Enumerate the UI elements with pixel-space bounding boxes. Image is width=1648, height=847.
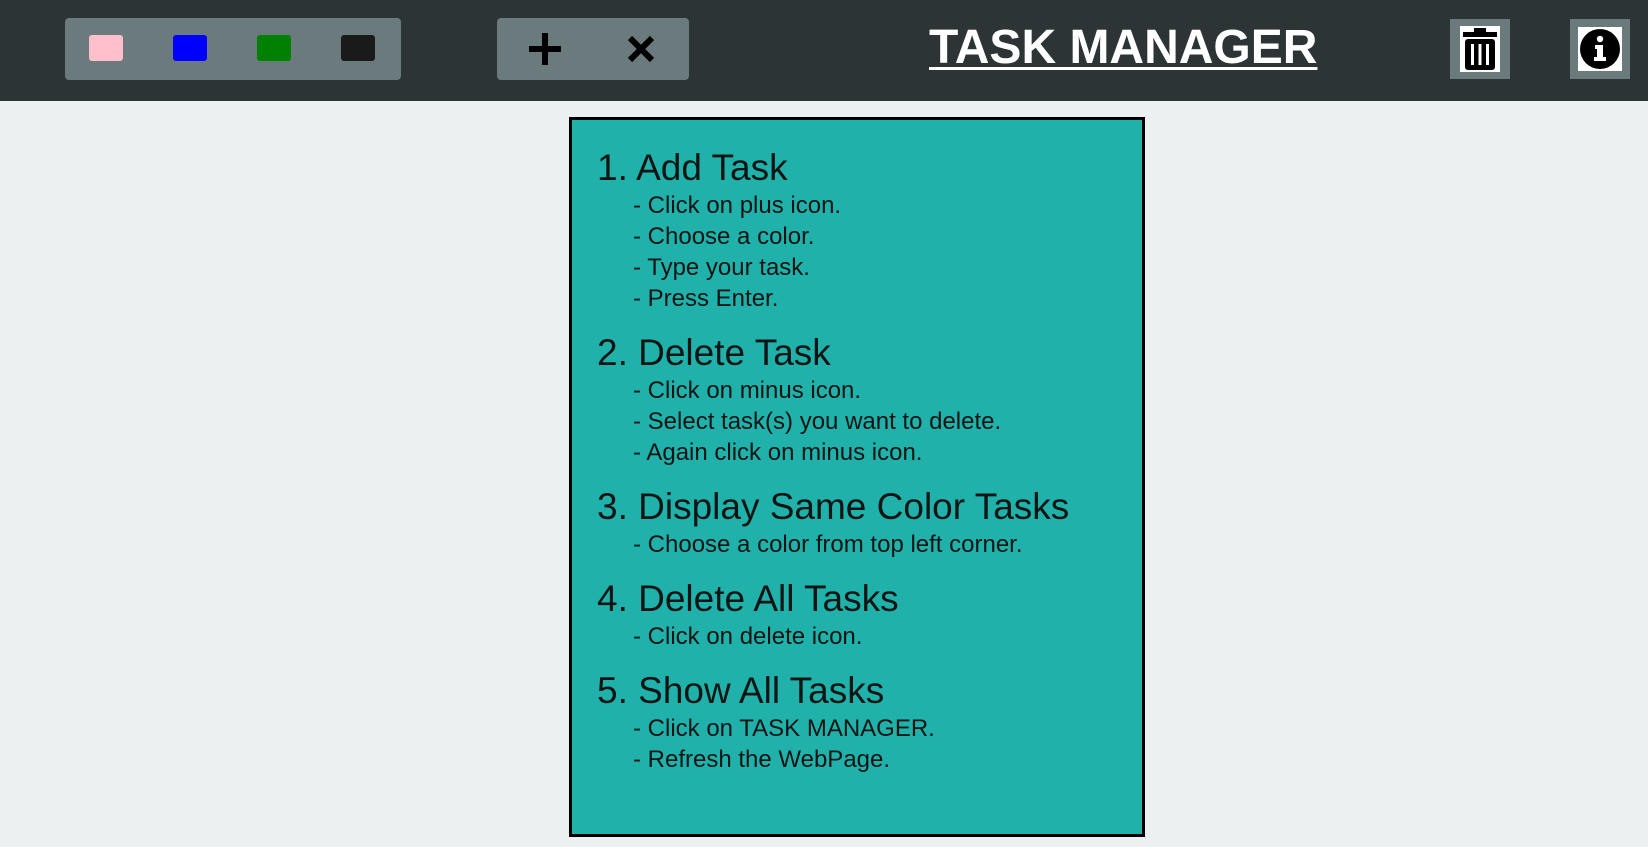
remove-task-button[interactable] xyxy=(609,26,673,72)
color-swatch-green[interactable] xyxy=(257,35,291,61)
task-actions-panel xyxy=(497,18,689,80)
instruction-step: - Again click on minus icon. xyxy=(633,439,923,466)
instruction-section: 4. Delete All Tasks - Click on delete ic… xyxy=(597,577,1142,652)
color-filter-panel xyxy=(65,18,401,80)
section-heading: 2. Delete Task xyxy=(597,332,831,373)
top-toolbar: TASK MANAGER xyxy=(0,0,1648,101)
section-heading: 3. Display Same Color Tasks xyxy=(597,486,1070,527)
x-icon xyxy=(627,35,655,63)
add-task-button[interactable] xyxy=(513,26,577,72)
instruction-section: 1. Add Task - Click on plus icon. - Choo… xyxy=(597,146,1142,314)
instruction-step: - Click on delete icon. xyxy=(633,623,863,650)
info-button[interactable] xyxy=(1570,19,1630,79)
instruction-step: - Choose a color from top left corner. xyxy=(633,531,1023,558)
color-swatch-blue[interactable] xyxy=(173,35,207,61)
instruction-step: - Type your task. xyxy=(633,254,810,281)
section-heading: 1. Add Task xyxy=(597,147,788,188)
instruction-step: - Click on TASK MANAGER. xyxy=(633,715,935,742)
instructions-panel: 1. Add Task - Click on plus icon. - Choo… xyxy=(569,117,1145,837)
app-title[interactable]: TASK MANAGER xyxy=(929,18,1317,78)
instruction-section: 2. Delete Task - Click on minus icon. - … xyxy=(597,331,1142,468)
delete-all-button[interactable] xyxy=(1450,19,1510,79)
instruction-step: - Click on minus icon. xyxy=(633,377,862,404)
instruction-section: 3. Display Same Color Tasks - Choose a c… xyxy=(597,485,1142,560)
color-swatch-pink[interactable] xyxy=(89,35,123,61)
info-icon xyxy=(1578,27,1622,71)
trash-icon xyxy=(1460,26,1500,72)
section-heading: 5. Show All Tasks xyxy=(597,670,885,711)
instruction-step: - Press Enter. xyxy=(633,285,779,312)
instruction-section: 5. Show All Tasks - Click on TASK MANAGE… xyxy=(597,669,1142,775)
plus-icon xyxy=(529,33,561,65)
instruction-step: - Click on plus icon. xyxy=(633,192,842,219)
section-heading: 4. Delete All Tasks xyxy=(597,578,899,619)
instruction-step: - Select task(s) you want to delete. xyxy=(633,408,1002,435)
instruction-step: - Refresh the WebPage. xyxy=(633,746,891,773)
color-swatch-black[interactable] xyxy=(341,35,375,61)
instruction-step: - Choose a color. xyxy=(633,223,815,250)
